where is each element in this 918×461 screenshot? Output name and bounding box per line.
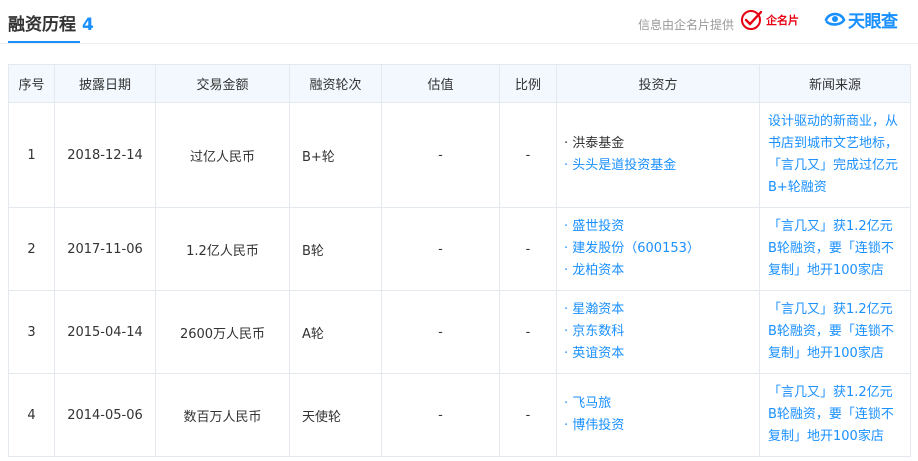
col-header-investors: 投资方 <box>556 64 760 103</box>
cell-valuation: - <box>381 102 500 208</box>
cell-ratio: - <box>499 102 557 208</box>
cell-index: 2 <box>8 207 55 291</box>
cell-round: B+轮 <box>289 102 382 208</box>
section-title: 融资历程 4 <box>8 10 94 35</box>
cell-index: 1 <box>8 102 55 208</box>
table-row: 2 2017-11-06 1.2亿人民币 B轮 - - · 盛世投资 · 建发股… <box>8 207 911 291</box>
qimingpian-logo[interactable]: 企名片 <box>740 9 810 31</box>
news-link[interactable]: 「言几又」获1.2亿元B轮融资，要「连锁不复制」地开100家店 <box>759 373 911 457</box>
qimingpian-label: 企名片 <box>766 14 799 27</box>
col-header-amount: 交易金额 <box>155 64 290 103</box>
news-link[interactable]: 「言几又」获1.2亿元B轮融资，要「连锁不复制」地开100家店 <box>759 207 911 291</box>
investor-link[interactable]: · 头头是道投资基金 <box>564 155 759 177</box>
section-count: 4 <box>82 15 94 35</box>
investor-link[interactable]: · 京东数科 <box>564 321 759 343</box>
cell-round: A轮 <box>289 290 382 374</box>
table-row: 1 2018-12-14 过亿人民币 B+轮 - - · 洪泰基金 · 头头是道… <box>8 102 911 208</box>
section-header: 融资历程 4 信息由企名片提供 企名片 天眼查 <box>0 0 918 44</box>
cell-date: 2018-12-14 <box>54 102 156 208</box>
col-header-index: 序号 <box>8 64 55 103</box>
col-header-ratio: 比例 <box>499 64 557 103</box>
table-row: 3 2015-04-14 2600万人民币 A轮 - - · 星瀚资本 · 京东… <box>8 290 911 374</box>
financing-table: 序号 披露日期 交易金额 融资轮次 估值 比例 投资方 新闻来源 1 2018-… <box>8 64 911 457</box>
tianyancha-label: 天眼查 <box>848 11 898 32</box>
provider-text: 信息由企名片提供 <box>638 18 735 32</box>
cell-investors: · 盛世投资 · 建发股份（600153） · 龙柏资本 <box>556 207 760 291</box>
investor-item: · 洪泰基金 <box>564 136 625 151</box>
cell-date: 2017-11-06 <box>54 207 156 291</box>
cell-index: 4 <box>8 373 55 457</box>
cell-valuation: - <box>381 373 500 457</box>
table-row: 4 2014-05-06 数百万人民币 天使轮 - - · 飞马旅 · 博伟投资… <box>8 373 911 457</box>
table-header-row: 序号 披露日期 交易金额 融资轮次 估值 比例 投资方 新闻来源 <box>8 64 911 103</box>
cell-valuation: - <box>381 290 500 374</box>
cell-index: 3 <box>8 290 55 374</box>
cell-amount: 2600万人民币 <box>155 290 290 374</box>
investor-link[interactable]: · 星瀚资本 <box>564 299 759 321</box>
tianyancha-eye-icon <box>824 12 846 26</box>
cell-amount: 数百万人民币 <box>155 373 290 457</box>
investor-link[interactable]: · 建发股份（600153） <box>564 238 759 260</box>
col-header-date: 披露日期 <box>54 64 156 103</box>
col-header-valuation: 估值 <box>381 64 500 103</box>
cell-round: B轮 <box>289 207 382 291</box>
investor-link[interactable]: · 英谊资本 <box>564 343 759 365</box>
investor-link[interactable]: · 博伟投资 <box>564 415 759 437</box>
section-title-text: 融资历程 <box>8 15 76 35</box>
cell-ratio: - <box>499 373 557 457</box>
investor-link[interactable]: · 盛世投资 <box>564 216 759 238</box>
title-underline <box>8 41 80 43</box>
tianyancha-logo[interactable]: 天眼查 <box>824 8 898 32</box>
cell-amount: 过亿人民币 <box>155 102 290 208</box>
news-link[interactable]: 「言几又」获1.2亿元B轮融资，要「连锁不复制」地开100家店 <box>759 290 911 374</box>
news-link[interactable]: 设计驱动的新商业，从书店到城市文艺地标，「言几又」完成过亿元B+轮融资 <box>759 102 911 208</box>
cell-investors: · 星瀚资本 · 京东数科 · 英谊资本 <box>556 290 760 374</box>
cell-valuation: - <box>381 207 500 291</box>
cell-date: 2015-04-14 <box>54 290 156 374</box>
cell-investors: · 飞马旅 · 博伟投资 <box>556 373 760 457</box>
cell-investors: · 洪泰基金 · 头头是道投资基金 <box>556 102 760 208</box>
cell-date: 2014-05-06 <box>54 373 156 457</box>
cell-ratio: - <box>499 290 557 374</box>
col-header-news: 新闻来源 <box>759 64 911 103</box>
col-header-round: 融资轮次 <box>289 64 382 103</box>
cell-ratio: - <box>499 207 557 291</box>
investor-link[interactable]: · 飞马旅 <box>564 393 759 415</box>
investor-link[interactable]: · 龙柏资本 <box>564 260 759 282</box>
cell-round: 天使轮 <box>289 373 382 457</box>
qimingpian-check-icon <box>741 10 763 30</box>
cell-amount: 1.2亿人民币 <box>155 207 290 291</box>
